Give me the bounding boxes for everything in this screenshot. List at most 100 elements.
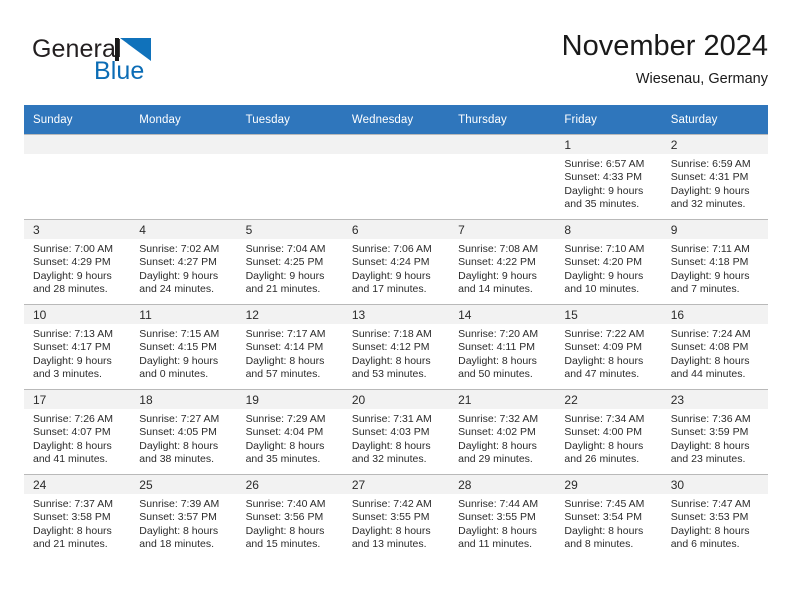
calendar-day-cell[interactable]: 3 Sunrise: 7:00 AM Sunset: 4:29 PM Daylight…: [24, 219, 131, 305]
day-details: Sunrise: 7:39 AM Sunset: 3:57 PM Daylight:…: [130, 494, 236, 552]
sunset-text: Sunset: 4:02 PM: [458, 426, 536, 439]
calendar-day-cell[interactable]: 21 Sunrise: 7:32 AM Sunset: 4:02 PM Dayligh…: [449, 389, 556, 475]
day-number: 16: [670, 308, 685, 322]
sunset-text: Sunset: 4:04 PM: [245, 426, 324, 439]
daylight-text-line2: and 53 minutes.: [351, 368, 427, 381]
day-cell-inner: 5 Sunrise: 7:04 AM Sunset: 4:25 PM Daylight…: [236, 220, 343, 304]
calendar-day-cell[interactable]: 14 Sunrise: 7:20 AM Sunset: 4:11 PM Dayligh…: [449, 304, 556, 390]
daylight-text-line2: and 35 minutes.: [245, 453, 321, 466]
calendar-day-cell[interactable]: 24 Sunrise: 7:37 AM Sunset: 3:58 PM Dayligh…: [24, 474, 131, 559]
calendar-day-cell[interactable]: 5 Sunrise: 7:04 AM Sunset: 4:25 PM Daylight…: [236, 219, 343, 305]
day-cell-inner: 2 Sunrise: 6:59 AM Sunset: 4:31 PM Daylight…: [661, 135, 768, 219]
calendar-day-cell[interactable]: 10 Sunrise: 7:13 AM Sunset: 4:17 PM Dayligh…: [24, 304, 131, 390]
sunrise-text: Sunrise: 6:59 AM: [670, 158, 751, 170]
day-cell-inner: 9 Sunrise: 7:11 AM Sunset: 4:18 PM Daylight…: [661, 220, 768, 304]
day-number-band: 4: [130, 220, 237, 239]
calendar-day-cell[interactable]: 1 Sunrise: 6:57 AM Sunset: 4:33 PM Daylight…: [555, 134, 662, 220]
daylight-text-line1: Daylight: 9 hours: [564, 269, 644, 282]
calendar-day-cell[interactable]: 8 Sunrise: 7:10 AM Sunset: 4:20 PM Daylight…: [555, 219, 662, 305]
sunrise-text: Sunrise: 7:37 AM: [33, 498, 113, 510]
calendar-day-cell[interactable]: 12 Sunrise: 7:17 AM Sunset: 4:14 PM Dayligh…: [236, 304, 343, 390]
day-number: 20: [351, 393, 366, 407]
daylight-text-line2: and 13 minutes.: [351, 538, 427, 551]
sunrise-text: Sunrise: 7:20 AM: [458, 328, 539, 340]
sunrise-text: Sunrise: 7:31 AM: [351, 413, 432, 425]
day-number: 4: [139, 223, 146, 237]
day-details: Sunrise: 7:40 AM Sunset: 3:56 PM Daylight:…: [237, 494, 343, 552]
day-cell-inner: 15 Sunrise: 7:22 AM Sunset: 4:09 PM Dayligh…: [555, 305, 662, 389]
calendar-day-cell[interactable]: 22 Sunrise: 7:34 AM Sunset: 4:00 PM Dayligh…: [555, 389, 662, 475]
sunrise-text: Sunrise: 7:45 AM: [564, 498, 645, 510]
sunset-text: Sunset: 4:22 PM: [458, 256, 536, 269]
day-number: 25: [139, 478, 153, 492]
daylight-text-line2: and 3 minutes.: [33, 368, 102, 381]
daylight-text-line2: and 44 minutes.: [670, 368, 746, 381]
calendar-header-row: Sunday Monday Tuesday Wednesday Thursday…: [24, 105, 768, 135]
day-number-band: 12: [236, 305, 343, 324]
day-cell-inner: 21 Sunrise: 7:32 AM Sunset: 4:02 PM Dayligh…: [449, 390, 556, 474]
sunrise-text: Sunrise: 7:40 AM: [245, 498, 326, 510]
daylight-text-line1: Daylight: 8 hours: [245, 354, 325, 367]
calendar-day-cell[interactable]: [130, 134, 237, 220]
daylight-text-line1: Daylight: 8 hours: [670, 439, 750, 452]
calendar-day-cell[interactable]: 13 Sunrise: 7:18 AM Sunset: 4:12 PM Dayligh…: [342, 304, 450, 390]
calendar-day-cell[interactable]: 19 Sunrise: 7:29 AM Sunset: 4:04 PM Dayligh…: [236, 389, 343, 475]
daylight-text-line2: and 26 minutes.: [564, 453, 640, 466]
day-details: Sunrise: 7:24 AM Sunset: 4:08 PM Daylight:…: [662, 324, 768, 382]
weekday-header-monday: Monday: [130, 105, 237, 135]
day-number: 29: [564, 478, 578, 492]
calendar-day-cell[interactable]: 23 Sunrise: 7:36 AM Sunset: 3:59 PM Dayligh…: [661, 389, 768, 475]
sunrise-text: Sunrise: 7:02 AM: [139, 243, 220, 255]
day-cell-inner: 24 Sunrise: 7:37 AM Sunset: 3:58 PM Dayligh…: [24, 475, 131, 559]
sunrise-text: Sunrise: 7:47 AM: [670, 498, 751, 510]
day-number-band: 7: [449, 220, 556, 239]
day-number-band: 8: [555, 220, 662, 239]
calendar-day-cell[interactable]: 15 Sunrise: 7:22 AM Sunset: 4:09 PM Dayligh…: [555, 304, 662, 390]
sunset-text: Sunset: 4:15 PM: [139, 341, 217, 354]
calendar-day-cell[interactable]: 9 Sunrise: 7:11 AM Sunset: 4:18 PM Daylight…: [661, 219, 768, 305]
day-number-band: 24: [24, 475, 131, 494]
day-number-band: 29: [555, 475, 662, 494]
day-details: Sunrise: 7:31 AM Sunset: 4:03 PM Daylight:…: [343, 409, 449, 467]
day-number: 30: [670, 478, 685, 492]
day-details: Sunrise: 7:20 AM Sunset: 4:11 PM Daylight:…: [449, 324, 555, 382]
calendar-day-cell[interactable]: 7 Sunrise: 7:08 AM Sunset: 4:22 PM Daylight…: [449, 219, 556, 305]
calendar-day-cell[interactable]: 2 Sunrise: 6:59 AM Sunset: 4:31 PM Daylight…: [661, 134, 768, 220]
sunset-text: Sunset: 4:00 PM: [564, 426, 643, 439]
calendar-day-cell[interactable]: 29 Sunrise: 7:45 AM Sunset: 3:54 PM Dayligh…: [555, 474, 662, 559]
calendar-day-cell[interactable]: 4 Sunrise: 7:02 AM Sunset: 4:27 PM Daylight…: [130, 219, 237, 305]
day-cell-inner: 22 Sunrise: 7:34 AM Sunset: 4:00 PM Dayligh…: [555, 390, 662, 474]
daylight-text-line2: and 32 minutes.: [351, 453, 427, 466]
calendar-day-cell[interactable]: 6 Sunrise: 7:06 AM Sunset: 4:24 PM Daylight…: [342, 219, 450, 305]
calendar-day-cell[interactable]: 11 Sunrise: 7:15 AM Sunset: 4:15 PM Dayligh…: [130, 304, 237, 390]
calendar-day-cell[interactable]: 30 Sunrise: 7:47 AM Sunset: 3:53 PM Dayligh…: [661, 474, 768, 559]
calendar-day-cell[interactable]: 26 Sunrise: 7:40 AM Sunset: 3:56 PM Dayligh…: [236, 474, 343, 559]
daylight-text-line1: Daylight: 8 hours: [33, 439, 112, 452]
brand-logo[interactable]: General Blue: [32, 35, 232, 93]
calendar-day-cell[interactable]: 16 Sunrise: 7:24 AM Sunset: 4:08 PM Dayligh…: [661, 304, 768, 390]
calendar-day-cell[interactable]: 28 Sunrise: 7:44 AM Sunset: 3:55 PM Dayligh…: [449, 474, 556, 559]
calendar-day-cell[interactable]: [236, 134, 343, 220]
daylight-text-line2: and 21 minutes.: [245, 283, 321, 296]
sunset-text: Sunset: 4:12 PM: [351, 341, 430, 354]
calendar-day-cell[interactable]: [449, 134, 556, 220]
calendar-day-cell[interactable]: 20 Sunrise: 7:31 AM Sunset: 4:03 PM Dayligh…: [342, 389, 450, 475]
day-number-band: 22: [555, 390, 662, 409]
calendar-day-cell[interactable]: 27 Sunrise: 7:42 AM Sunset: 3:55 PM Dayligh…: [342, 474, 450, 559]
day-cell-inner: 14 Sunrise: 7:20 AM Sunset: 4:11 PM Dayligh…: [449, 305, 556, 389]
day-number: 10: [33, 308, 47, 322]
calendar-day-cell[interactable]: [24, 134, 131, 220]
day-cell-inner: 25 Sunrise: 7:39 AM Sunset: 3:57 PM Dayligh…: [130, 475, 237, 559]
day-number: 3: [33, 223, 40, 237]
calendar-day-cell[interactable]: 18 Sunrise: 7:27 AM Sunset: 4:05 PM Dayligh…: [130, 389, 237, 475]
daylight-text-line2: and 0 minutes.: [139, 368, 209, 381]
sunset-text: Sunset: 4:14 PM: [245, 341, 324, 354]
calendar-day-cell[interactable]: [342, 134, 450, 220]
daylight-text-line1: Daylight: 9 hours: [33, 269, 112, 282]
daylight-text-line1: Daylight: 9 hours: [670, 269, 750, 282]
calendar-day-cell[interactable]: 17 Sunrise: 7:26 AM Sunset: 4:07 PM Dayligh…: [24, 389, 131, 475]
daylight-text-line1: Daylight: 8 hours: [139, 439, 219, 452]
day-number-band: 27: [342, 475, 450, 494]
day-number-band: 14: [449, 305, 556, 324]
calendar-day-cell[interactable]: 25 Sunrise: 7:39 AM Sunset: 3:57 PM Dayligh…: [130, 474, 237, 559]
